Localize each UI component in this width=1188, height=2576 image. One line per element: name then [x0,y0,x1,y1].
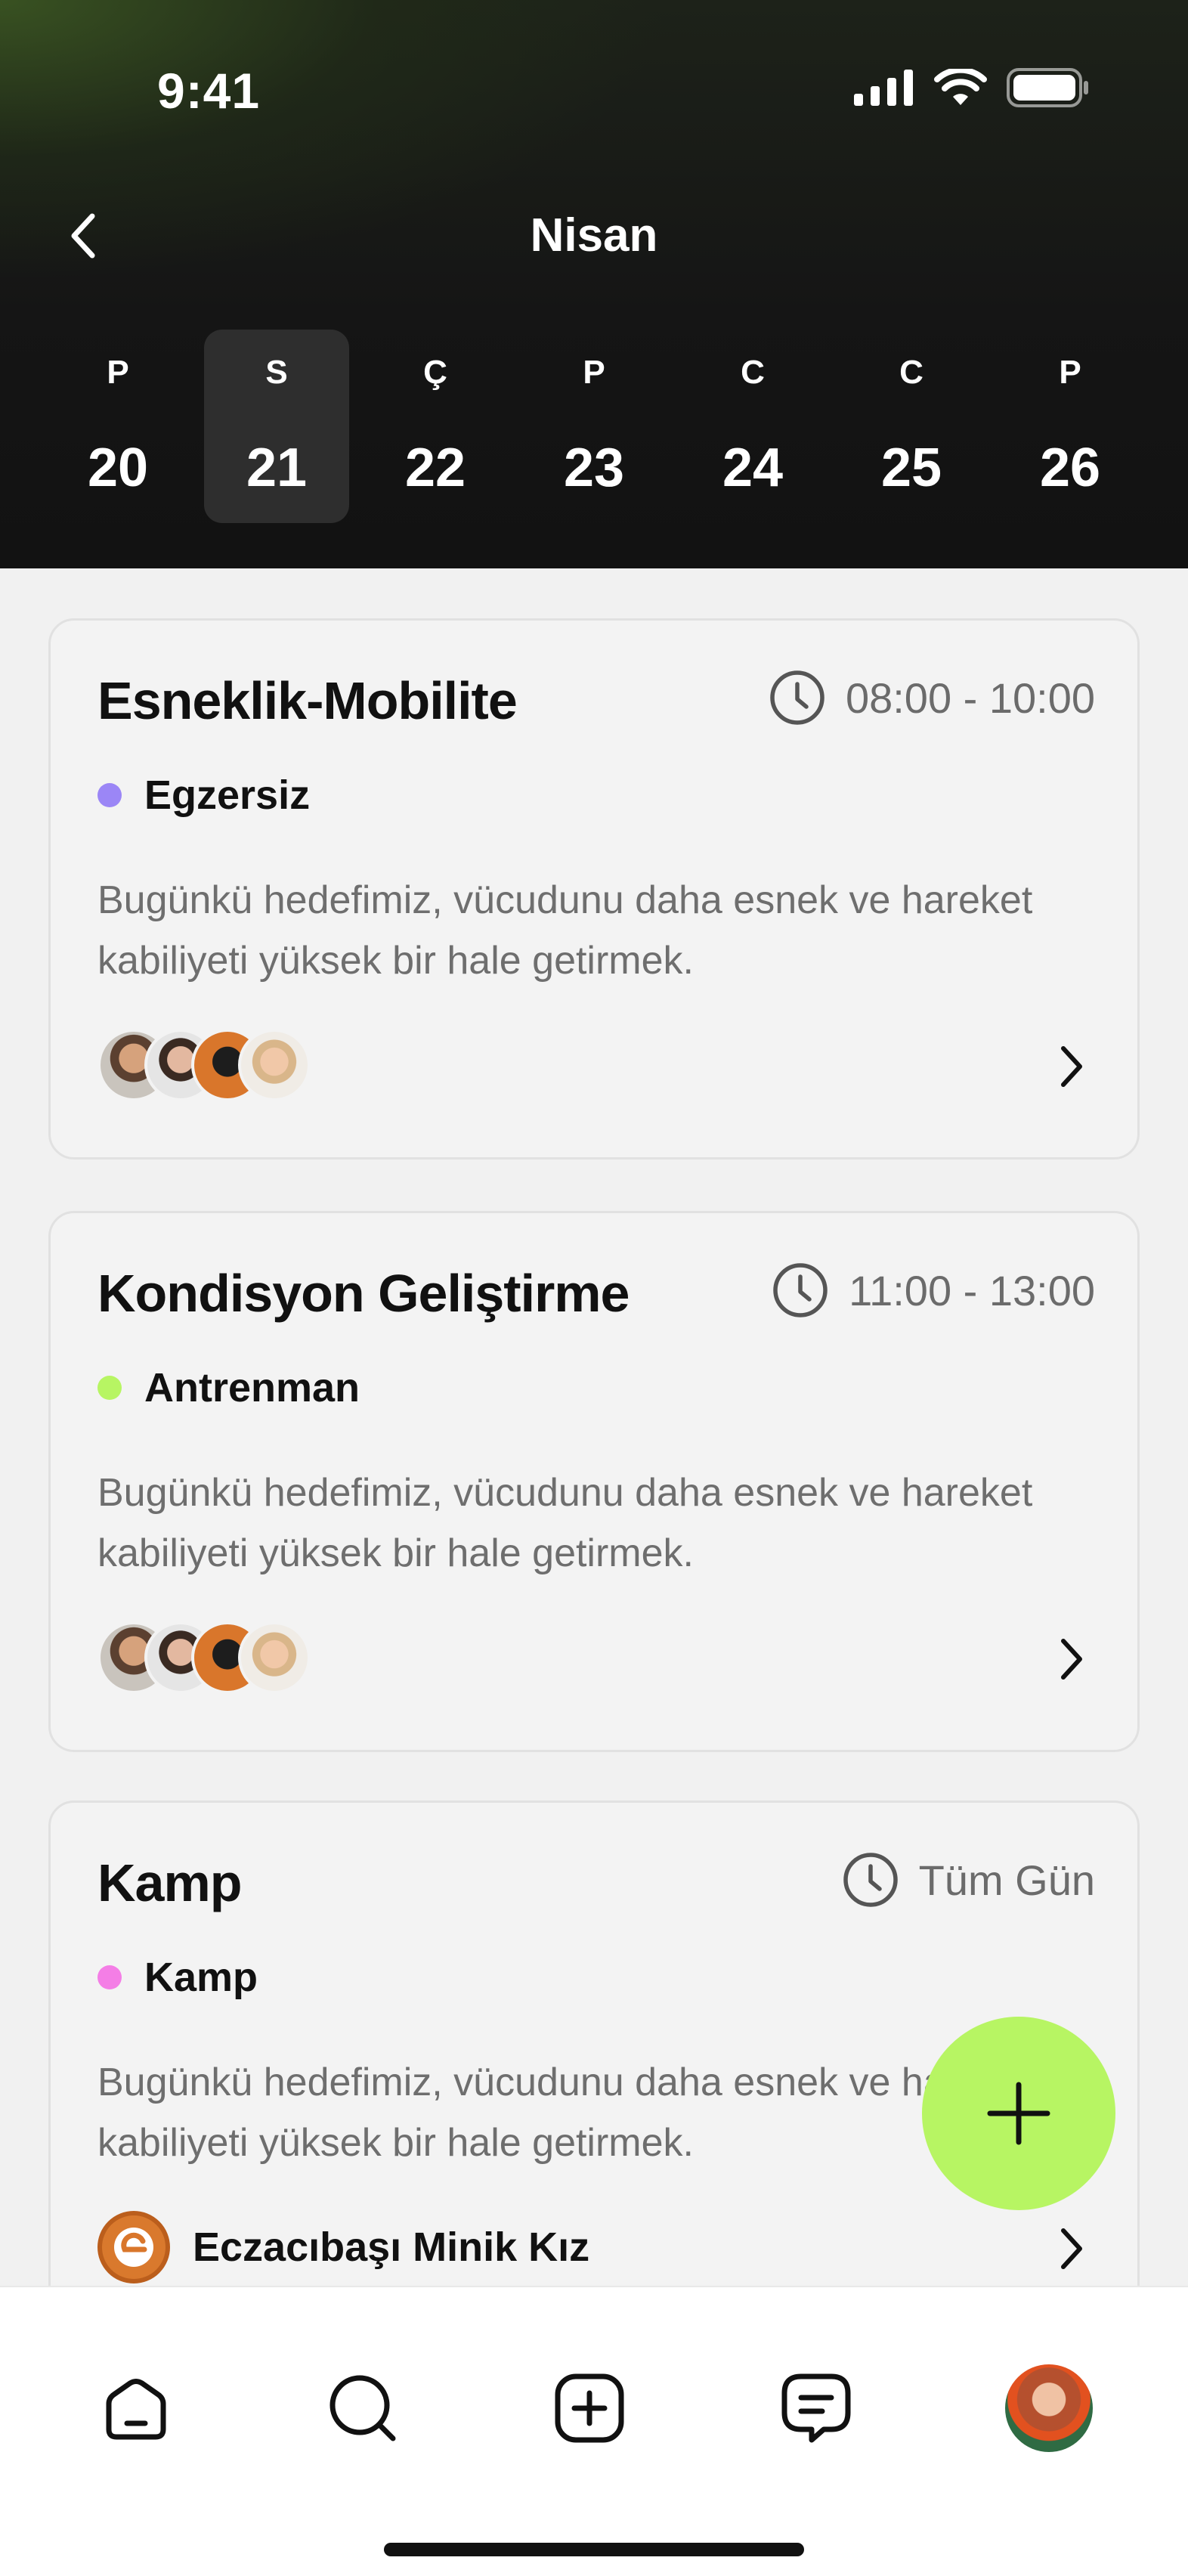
profile-avatar [1005,2364,1093,2452]
tag-label: Egzersiz [144,772,311,818]
nav-profile[interactable] [1004,2363,1094,2454]
club-info: Eczacıbaşı Minik Kız [97,2211,589,2283]
clock-icon [773,1263,828,1317]
nav-home[interactable] [91,2363,181,2454]
event-time: 08:00 - 10:00 [769,669,1095,726]
chevron-right-icon [1061,1639,1082,1680]
status-icons [854,68,1090,107]
event-card[interactable]: Kondisyon Geliştirme 11:00 - 13:00 Antre… [48,1211,1140,1752]
clock-icon [770,670,824,725]
day-letter: P [583,354,605,391]
battery-icon [1007,68,1088,107]
day-letter: Ç [423,354,447,391]
event-description: Bugünkü hedefimiz, vücudunu daha esnek v… [97,878,1033,983]
plus-icon [987,2082,1050,2145]
tag-label: Antrenman [144,1365,360,1410]
day-letter: P [107,354,129,391]
event-time-text: 11:00 - 13:00 [849,1266,1095,1314]
chevron-right-icon [1061,2228,1082,2269]
clock-icon [843,1853,898,1907]
event-card[interactable]: Esneklik-Mobilite 08:00 - 10:00 Egzersiz… [48,618,1140,1160]
day-letter: P [1059,354,1081,391]
day-number: 25 [880,438,942,498]
open-event-button[interactable] [1057,1636,1084,1686]
event-tag: Antrenman [97,1364,360,1411]
participant-avatars[interactable] [97,1621,311,1694]
club-logo-mark [114,2228,153,2267]
home-indicator [384,2543,804,2556]
event-time: Tüm Gün [842,1851,1095,1909]
chevron-right-icon [1061,1046,1082,1087]
day-21-selected[interactable]: S 21 [204,330,349,523]
club-logo [97,2211,170,2283]
day-number: 23 [563,438,625,498]
avatar [238,1621,311,1694]
day-23[interactable]: P 23 [521,330,667,523]
search-icon [329,2375,396,2441]
club-name: Eczacıbaşı Minik Kız [193,2225,590,2270]
day-20[interactable]: P 20 [45,330,190,523]
home-icon [106,2379,166,2440]
day-26[interactable]: P 26 [998,330,1143,523]
participant-avatars[interactable] [97,1029,311,1101]
week-strip: P 20 S 21 Ç 22 P 23 C 24 C 25 P 26 [45,330,1143,523]
month-title: Nisan [530,209,658,262]
day-number: 20 [87,438,149,498]
event-tag: Kamp [97,1954,258,2001]
tag-dot [97,1376,122,1400]
event-description: Bugünkü hedefimiz, vücudunu daha esnek v… [97,1471,1033,1575]
day-number: 24 [722,438,784,498]
messages-icon [781,2373,851,2443]
add-square-icon [555,2373,624,2443]
day-letter: C [899,354,923,391]
event-time: 11:00 - 13:00 [772,1262,1095,1319]
calendar-header: 9:41 Nisan P 20 S 21 Ç 22 P 23 C 24 C 25… [0,0,1188,568]
nav-messages[interactable] [771,2363,862,2454]
nav-search[interactable] [317,2363,408,2454]
day-22[interactable]: Ç 22 [363,330,508,523]
event-time-text: Tüm Gün [918,1856,1095,1904]
wifi-icon [934,69,987,105]
bottom-navigation [0,2286,1188,2576]
day-24[interactable]: C 24 [680,330,825,523]
day-number: 22 [404,438,466,498]
event-title: Kondisyon Geliştirme [97,1264,630,1323]
day-letter: S [265,354,288,391]
tag-dot [97,1965,122,1989]
event-time-text: 08:00 - 10:00 [845,673,1095,722]
tag-label: Kamp [144,1955,258,2000]
avatar [238,1029,311,1101]
event-tag: Egzersiz [97,772,310,819]
add-event-button[interactable] [922,2017,1115,2210]
day-number: 26 [1039,438,1101,498]
open-event-button[interactable] [1057,1044,1084,1093]
day-25[interactable]: C 25 [839,330,984,523]
day-letter: C [741,354,765,391]
signal-icon [854,70,913,106]
nav-create[interactable] [544,2363,635,2454]
day-number: 21 [246,438,308,498]
event-title: Esneklik-Mobilite [97,671,518,730]
status-time: 9:41 [157,63,261,119]
open-event-button[interactable] [1057,2226,1084,2275]
tag-dot [97,783,122,807]
event-title: Kamp [97,1853,242,1912]
